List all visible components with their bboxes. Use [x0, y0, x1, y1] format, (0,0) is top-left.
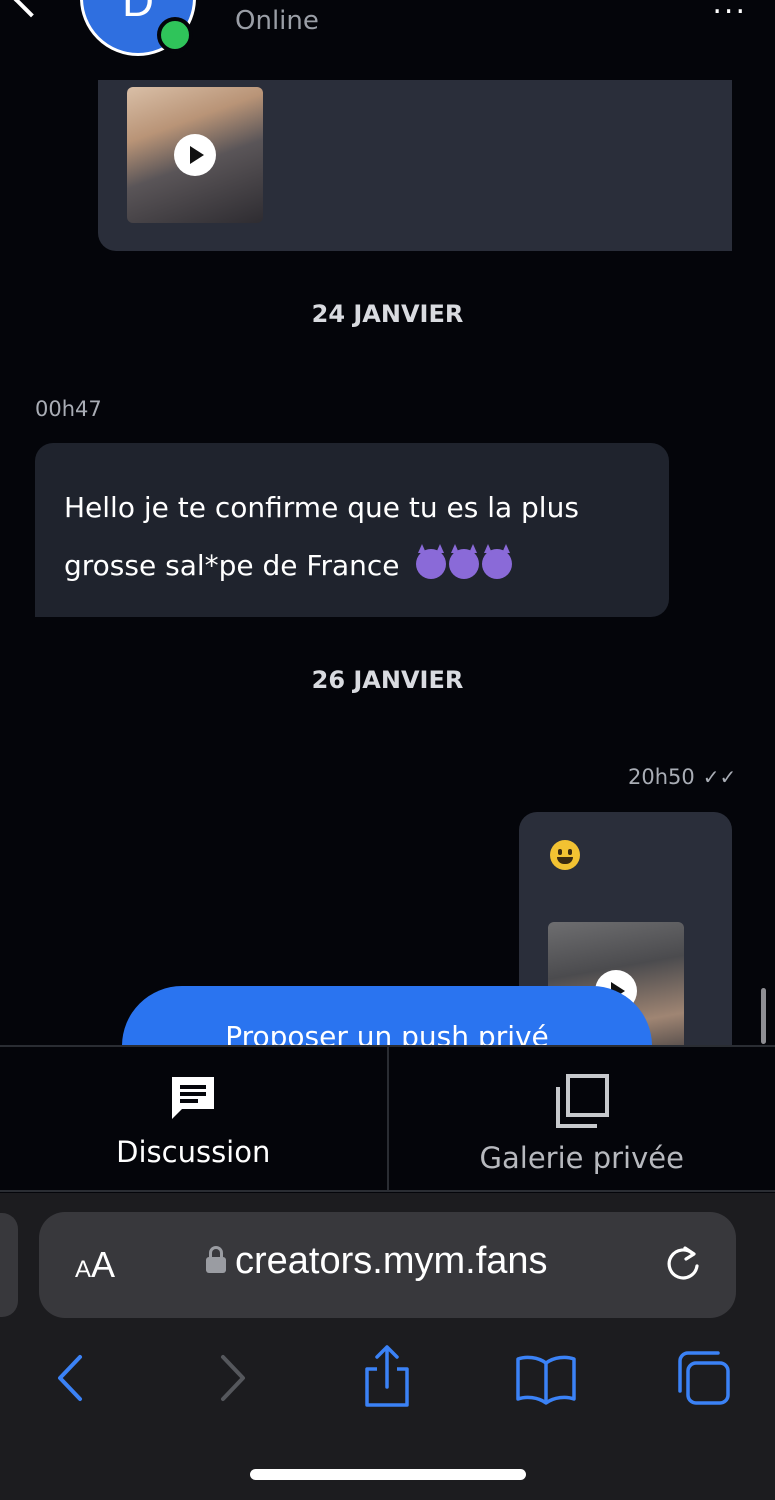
devil-emoji-icon — [416, 544, 447, 579]
smiley-emoji-icon — [550, 840, 580, 870]
previous-tab-preview[interactable] — [0, 1213, 18, 1317]
address-bar[interactable]: AA creators.mym.fans — [39, 1212, 736, 1318]
forward-arrow-icon[interactable] — [203, 1343, 263, 1413]
incoming-message-bubble[interactable]: Hello je te confirme que tu es la plus g… — [35, 443, 669, 617]
tab-label: Galerie privée — [479, 1141, 684, 1175]
tab-discussion[interactable]: Discussion — [0, 1047, 387, 1190]
reload-icon[interactable] — [663, 1244, 703, 1284]
scrollbar[interactable] — [761, 988, 766, 1044]
text-size-button[interactable]: AA — [75, 1244, 115, 1286]
play-icon[interactable] — [174, 134, 216, 176]
message-text-line-2: grosse sal*pe de France — [64, 549, 400, 582]
devil-emoji-icon — [449, 544, 480, 579]
chat-thread[interactable]: 24 JANVIER 00h47 Hello je te confirme qu… — [0, 0, 775, 1045]
url-text: creators.mym.fans — [235, 1240, 548, 1282]
message-timestamp-outgoing: 20h50 ✓✓ — [628, 765, 736, 789]
tab-galerie-privee[interactable]: Galerie privée — [386, 1047, 775, 1190]
date-separator: 24 JANVIER — [311, 300, 464, 328]
lock-icon — [206, 1246, 226, 1273]
share-icon[interactable] — [357, 1343, 417, 1413]
timestamp-text: 20h50 — [628, 765, 695, 789]
chat-icon — [168, 1073, 218, 1123]
video-thumbnail[interactable] — [127, 87, 263, 223]
back-arrow-icon[interactable] — [40, 1343, 100, 1413]
propose-push-button[interactable]: Proposer un push privé — [122, 986, 652, 1045]
message-text-line-1: Hello je te confirme que tu es la plus — [64, 491, 579, 524]
bookmarks-icon[interactable] — [514, 1343, 578, 1413]
home-indicator — [250, 1469, 526, 1480]
browser-toolbar: AA creators.mym.fans — [0, 1193, 775, 1500]
date-separator: 26 JANVIER — [311, 666, 464, 694]
browser-nav-row — [0, 1343, 775, 1413]
gallery-icon — [554, 1073, 610, 1129]
tab-label: Discussion — [116, 1135, 271, 1169]
message-timestamp: 00h47 — [35, 397, 102, 421]
bottom-tab-bar: Discussion Galerie privée — [0, 1045, 775, 1192]
tabs-icon[interactable] — [672, 1343, 736, 1413]
read-receipt-icon: ✓✓ — [702, 765, 737, 789]
devil-emoji-icon — [482, 544, 513, 579]
